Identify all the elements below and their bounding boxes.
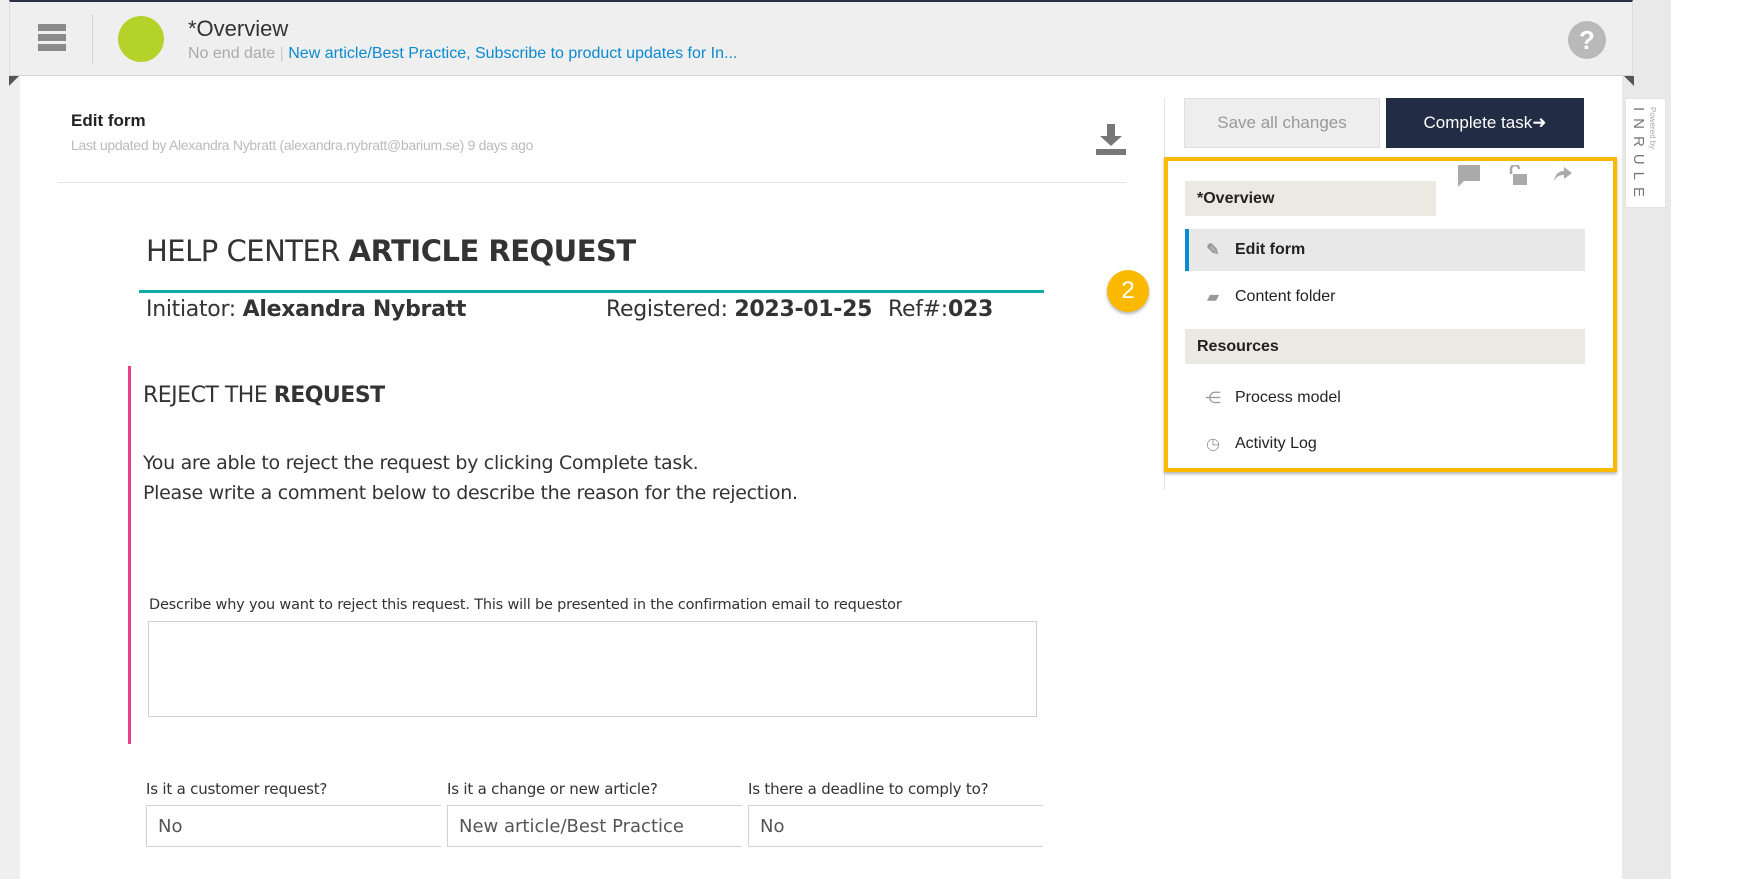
folder-icon: ▰	[1206, 289, 1220, 306]
section-marker	[128, 366, 131, 744]
comment-icon[interactable]	[1458, 165, 1480, 187]
instructions-line: Please write a comment below to describe…	[143, 482, 798, 504]
edit-icon: ✎	[1206, 242, 1220, 259]
download-icon[interactable]	[1096, 124, 1126, 161]
deadline-field[interactable]: No	[748, 805, 1043, 847]
left-gutter	[0, 0, 20, 879]
comment-label: Describe why you want to reject this req…	[149, 597, 902, 613]
sidebar-item-label: Content folder	[1235, 288, 1336, 305]
complete-task-label: Complete task	[1423, 113, 1533, 132]
status-indicator	[118, 16, 164, 62]
sidebar-item-content-folder[interactable]: ▰ Content folder	[1185, 276, 1585, 318]
sidebar-item-label: Process model	[1235, 389, 1341, 406]
unlock-icon[interactable]	[1508, 163, 1528, 192]
task-navigation-panel: *Overview ✎ Edit form ▰ Content folder Res…	[1164, 157, 1617, 472]
sidebar-item-activity-log[interactable]: ◷ Activity Log	[1185, 423, 1585, 465]
resources-header: Resources	[1185, 329, 1585, 364]
step-badge: 2	[1107, 270, 1149, 312]
sidebar-item-process-model[interactable]: ⋲ Process model	[1185, 377, 1585, 419]
reject-heading: REJECT THE REQUEST	[143, 383, 385, 408]
separator: |	[279, 45, 284, 62]
rejection-comment-textarea[interactable]	[148, 621, 1037, 717]
reference-number: Ref#:023	[888, 297, 993, 322]
sidebar-item-edit-form[interactable]: ✎ Edit form	[1185, 229, 1585, 271]
article-type-field[interactable]: New article/Best Practice	[447, 805, 742, 847]
article-type-label: Is it a change or new article?	[447, 780, 658, 798]
deadline-label: Is there a deadline to comply to?	[748, 780, 989, 798]
task-tags-link[interactable]: New article/Best Practice, Subscribe to …	[288, 45, 737, 62]
share-icon[interactable]	[1554, 167, 1572, 188]
initiator: Initiator: Alexandra Nybratt	[146, 297, 467, 322]
powered-by: Powered by	[1648, 107, 1657, 150]
task-header: *Overview No end date | New article/Best…	[9, 0, 1633, 76]
registered-date: Registered: 2023-01-25	[606, 297, 873, 322]
task-title: *Overview	[188, 16, 289, 41]
divider	[92, 14, 93, 64]
corner-notch	[9, 76, 19, 86]
divider	[58, 182, 1126, 183]
instructions-line: You are able to reject the request by cl…	[143, 452, 699, 474]
complete-task-button[interactable]: Complete task➜	[1386, 98, 1584, 148]
sidebar-item-label: Activity Log	[1235, 435, 1317, 452]
task-subtitle: No end date | New article/Best Practice,…	[188, 45, 737, 63]
end-date: No end date	[188, 45, 276, 62]
process-model-icon: ⋲	[1205, 390, 1221, 407]
corner-notch	[1624, 76, 1634, 86]
help-icon[interactable]: ?	[1568, 21, 1606, 59]
sidebar-item-label: Edit form	[1235, 241, 1306, 258]
logo-text: INRULE	[1630, 107, 1647, 205]
inrule-logo: INRULE Powered by	[1625, 98, 1666, 208]
section-title: Edit form	[71, 111, 146, 130]
title-underline	[139, 290, 1044, 293]
arrow-right-icon: ➜	[1532, 113, 1547, 132]
customer-request-field[interactable]: No	[146, 805, 441, 847]
save-all-changes-button[interactable]: Save all changes	[1184, 98, 1380, 148]
menu-icon[interactable]	[10, 20, 80, 60]
form-title: HELP CENTER ARTICLE REQUEST	[146, 234, 636, 268]
overview-header[interactable]: *Overview	[1185, 181, 1436, 216]
customer-request-label: Is it a customer request?	[146, 780, 328, 798]
last-updated: Last updated by Alexandra Nybratt (alexa…	[71, 137, 534, 153]
clock-icon: ◷	[1206, 436, 1220, 453]
